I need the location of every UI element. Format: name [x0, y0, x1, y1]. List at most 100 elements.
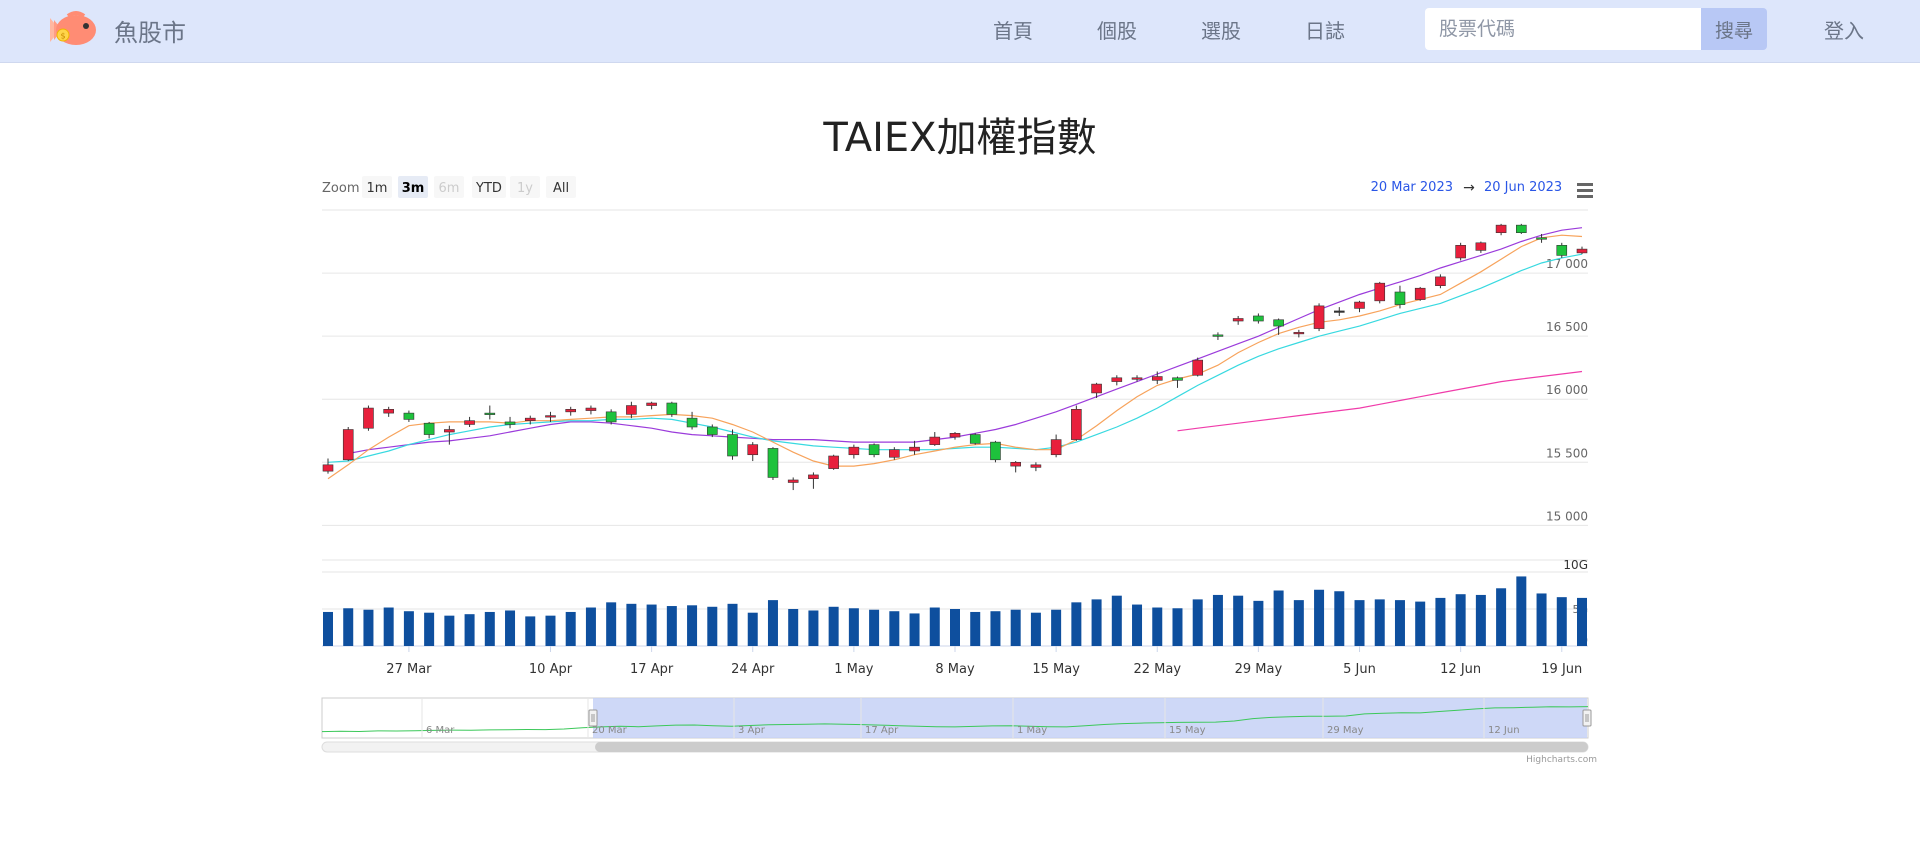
volume-bar — [1374, 599, 1385, 646]
candle-body — [626, 405, 637, 415]
candle-body — [1293, 332, 1305, 335]
volume-bar — [707, 606, 718, 646]
candle — [1556, 242, 1568, 258]
volume-bar — [950, 609, 960, 646]
candle-body — [322, 464, 334, 472]
candle — [1354, 300, 1365, 313]
candle-body — [1131, 377, 1143, 380]
candle-body — [1414, 287, 1426, 300]
candle — [585, 405, 597, 415]
credits-link[interactable]: Highcharts.com — [1526, 755, 1597, 765]
volume-bar — [1415, 601, 1426, 646]
range-button-1y[interactable]: 1y — [517, 181, 533, 196]
range-to-input[interactable]: 20 Jun 2023 — [1484, 180, 1562, 195]
scrollbar-thumb[interactable] — [595, 742, 1588, 752]
volume-bar — [1334, 591, 1345, 646]
candle — [383, 406, 394, 417]
export-menu-icon[interactable] — [1577, 183, 1593, 198]
candle — [1232, 315, 1244, 325]
candle — [747, 442, 759, 462]
candle — [565, 406, 577, 416]
volume-bar — [1516, 576, 1527, 646]
candle-body — [383, 409, 394, 414]
candle-body — [484, 412, 496, 415]
candle-body — [1232, 318, 1244, 322]
candle — [1050, 434, 1062, 458]
range-button-6m[interactable]: 6m — [439, 181, 460, 196]
navigator-label: 6 Mar — [426, 725, 455, 736]
volume-bar — [1556, 597, 1567, 646]
candle — [1435, 274, 1446, 289]
candle-body — [1576, 248, 1588, 254]
x-tick-label: 10 Apr — [529, 662, 573, 677]
navigator-left-handle[interactable] — [588, 709, 598, 727]
candle-body — [1010, 462, 1021, 467]
range-from-input[interactable]: 20 Mar 2023 — [1371, 180, 1453, 195]
candle — [1455, 242, 1466, 261]
candle — [1030, 462, 1042, 472]
candle-body — [1556, 245, 1568, 256]
volume-bar — [1435, 597, 1446, 646]
candle-body — [342, 429, 354, 461]
x-tick-label: 17 Apr — [630, 662, 674, 677]
candle-body — [363, 407, 374, 429]
range-button-3m[interactable]: 3m — [402, 181, 425, 196]
volume-bar — [1212, 594, 1223, 646]
volume-bar — [1577, 597, 1587, 646]
volume-bar — [848, 608, 859, 646]
volume-bar — [990, 611, 1001, 646]
candle — [828, 454, 839, 470]
candle-body — [605, 411, 617, 423]
candlestick-series — [322, 223, 1588, 491]
range-arrow: → — [1463, 180, 1475, 196]
zoom-label: Zoom — [322, 181, 359, 196]
volume-bar — [1314, 589, 1325, 646]
volume-bar — [808, 610, 819, 646]
volume-bar — [1172, 608, 1183, 646]
candle-body — [1455, 245, 1466, 259]
ma5-line — [327, 234, 1583, 480]
candle — [1313, 303, 1325, 332]
candle — [1576, 246, 1588, 255]
candle — [605, 409, 617, 425]
candle-body — [444, 429, 455, 433]
candle-body — [909, 446, 920, 452]
candle — [342, 426, 354, 462]
candle-body — [1091, 383, 1102, 394]
x-tick-label: 15 May — [1032, 662, 1080, 677]
volume-bar — [444, 615, 455, 646]
candle-body — [545, 415, 556, 418]
candle-body — [1333, 310, 1345, 313]
range-button-YTD[interactable]: YTD — [475, 181, 502, 196]
candle-body — [1435, 276, 1446, 286]
volume-bar — [383, 607, 394, 646]
volume-bar — [1273, 590, 1284, 646]
volume-bar — [585, 607, 596, 646]
candle — [808, 472, 819, 489]
candle — [484, 405, 496, 420]
volume-bar — [1111, 595, 1122, 646]
candle-body — [585, 407, 597, 411]
navigator-label: 15 May — [1169, 725, 1206, 736]
candle-body — [787, 479, 799, 483]
volume-tick-label: 10G — [1563, 558, 1588, 572]
navigator-label: 29 May — [1327, 725, 1364, 736]
range-button-All[interactable]: All — [553, 181, 569, 196]
range-button-1m[interactable]: 1m — [367, 181, 388, 196]
navigator-right-handle[interactable] — [1582, 709, 1592, 727]
candle — [1536, 233, 1547, 243]
candle-body — [990, 441, 1001, 461]
candle-body — [828, 455, 839, 469]
candle-body — [1536, 237, 1547, 240]
volume-bar — [1496, 588, 1507, 646]
candle-body — [1050, 439, 1062, 456]
candle-body — [1313, 305, 1325, 329]
volume-bar — [505, 610, 516, 646]
y-tick-label: 16 000 — [1546, 383, 1588, 397]
candle — [1333, 307, 1345, 316]
candle-body — [646, 402, 657, 406]
candle-body — [808, 474, 819, 480]
x-tick-label: 1 May — [834, 662, 874, 677]
x-tick-label: 27 Mar — [386, 662, 432, 677]
candle — [848, 444, 860, 459]
